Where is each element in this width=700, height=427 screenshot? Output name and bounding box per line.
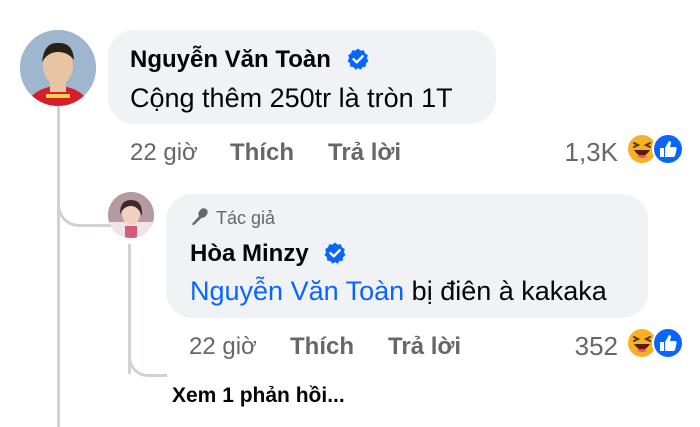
avatar-hoa-minzy[interactable] <box>108 192 154 238</box>
like-reaction-icon <box>652 327 684 359</box>
reply-text: Nguyễn Văn Toàn bị điên à kakaka <box>190 276 607 307</box>
avatar-photo <box>108 192 154 238</box>
comment-text: Cộng thêm 250tr là tròn 1T <box>130 83 453 113</box>
reply-author[interactable]: Hòa Minzy <box>190 240 347 268</box>
reply-text-body: bị điên à kakaka <box>404 276 607 306</box>
author-badge-label: Tác giả <box>216 208 276 228</box>
avatar-nguyen-van-toan[interactable] <box>20 30 96 106</box>
reply-time[interactable]: 22 giờ <box>189 333 257 361</box>
thread-line-branch <box>57 190 112 227</box>
microphone-icon <box>192 208 208 226</box>
reply-author-name[interactable]: Hòa Minzy <box>190 240 309 267</box>
thread-line-main <box>57 96 60 427</box>
avatar-photo <box>20 30 96 106</box>
reply-mention-link[interactable]: Nguyễn Văn Toàn <box>190 276 404 306</box>
comment-reply-button[interactable]: Trả lời <box>328 139 401 167</box>
comment-like-button[interactable]: Thích <box>230 139 294 167</box>
reaction-icons <box>626 327 684 359</box>
reply-reactions[interactable] <box>626 327 684 359</box>
reaction-icons <box>626 133 684 165</box>
comment-time[interactable]: 22 giờ <box>130 139 198 167</box>
reply-reaction-count[interactable]: 352 <box>548 331 618 362</box>
comment-reaction-count[interactable]: 1,3K <box>548 137 619 168</box>
reply-reply-button[interactable]: Trả lời <box>388 333 461 361</box>
reply-like-button[interactable]: Thích <box>290 333 354 361</box>
reply-bubble: Tác giả Hòa Minzy Nguyễn Văn Toàn bị điê… <box>166 194 648 318</box>
comment-author[interactable]: Nguyễn Văn Toàn <box>130 46 370 74</box>
like-reaction-icon <box>652 133 684 165</box>
comment-reactions[interactable] <box>626 133 684 165</box>
thread-line-reply-branch <box>128 340 167 377</box>
verified-badge-icon <box>324 242 346 264</box>
view-more-replies-link[interactable]: Xem 1 phản hồi... <box>172 384 345 408</box>
comment-bubble: Nguyễn Văn Toàn Cộng thêm 250tr là tròn … <box>108 30 496 124</box>
author-badge: Tác giả <box>190 208 275 229</box>
verified-badge-icon <box>347 48 369 70</box>
comment-author-name[interactable]: Nguyễn Văn Toàn <box>130 46 331 73</box>
